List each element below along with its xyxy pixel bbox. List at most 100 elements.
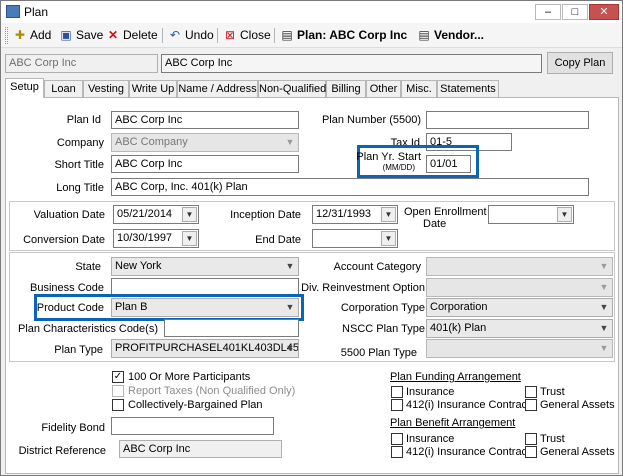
close-window-button[interactable]: ✕ xyxy=(589,4,619,20)
save-icon: ▣ xyxy=(60,28,72,42)
corporation-type-combo[interactable]: Corporation ▼ xyxy=(426,298,613,317)
undo-button[interactable]: ↶ Undo xyxy=(168,27,214,45)
nscc-plan-type-combo[interactable]: 401(k) Plan ▼ xyxy=(426,319,613,338)
funding-general-assets-label: General Assets xyxy=(540,399,615,411)
tab-name-address[interactable]: Name / Address xyxy=(177,80,258,97)
toolbar-grip[interactable] xyxy=(5,27,8,44)
chevron-down-icon[interactable]: ▼ xyxy=(182,207,197,222)
state-label: State xyxy=(75,261,101,273)
end-date-label: End Date xyxy=(255,234,301,246)
tab-other[interactable]: Other xyxy=(366,80,401,97)
delete-icon: ✕ xyxy=(107,28,119,42)
tab-vesting[interactable]: Vesting xyxy=(83,80,129,97)
product-code-label: Product Code xyxy=(36,302,104,314)
short-title-label: Short Title xyxy=(54,159,104,171)
save-button[interactable]: ▣ Save xyxy=(59,27,103,45)
benefit-general-assets-checkbox[interactable] xyxy=(525,446,537,458)
plan-characteristics-label: Plan Characteristics Code(s) xyxy=(18,323,158,335)
chevron-down-icon: ▼ xyxy=(285,261,295,271)
plan-window: Plan – □ ✕ ✚ Add ▣ Save ✕ Delete ↶ Undo ⊠ Clo… xyxy=(0,0,623,476)
long-title-label: Long Title xyxy=(56,182,104,194)
div-reinvestment-combo: ▼ xyxy=(426,278,613,297)
delete-button[interactable]: ✕ Delete xyxy=(106,27,158,45)
corporation-type-label: Corporation Type xyxy=(340,302,425,314)
inception-date-picker[interactable]: 12/31/1993 ▼ xyxy=(312,205,398,224)
plan-id-field[interactable]: ABC Corp Inc xyxy=(111,111,299,129)
conversion-date-picker[interactable]: 10/30/1997 ▼ xyxy=(113,229,199,248)
minimize-button[interactable]: – xyxy=(535,4,561,20)
tab-setup[interactable]: Setup xyxy=(5,78,44,98)
chevron-down-icon[interactable]: ▼ xyxy=(381,207,396,222)
close-button[interactable]: ⊠ Close xyxy=(223,27,271,45)
benefit-insurance-checkbox[interactable] xyxy=(391,433,403,445)
chevron-down-icon: ▼ xyxy=(285,302,295,312)
company-label: Company xyxy=(56,137,104,149)
product-code-combo[interactable]: Plan B ▼ xyxy=(111,298,299,317)
funding-general-assets-checkbox[interactable] xyxy=(525,399,537,411)
short-title-field[interactable]: ABC Corp Inc xyxy=(111,155,299,173)
toolbar-separator xyxy=(274,28,275,43)
plan-sponsor-field: ABC Corp Inc xyxy=(5,54,158,73)
plan-button[interactable]: ▤ Plan: ABC Corp Inc xyxy=(280,27,407,45)
valuation-date-label: Valuation Date xyxy=(33,209,105,221)
plan-number-field[interactable] xyxy=(426,111,589,129)
chevron-down-icon: ▼ xyxy=(599,302,609,312)
chevron-down-icon[interactable]: ▼ xyxy=(182,231,197,246)
participants-100-label: 100 Or More Participants xyxy=(128,371,251,383)
inception-date-label: Inception Date xyxy=(230,209,301,221)
undo-icon: ↶ xyxy=(169,28,181,42)
open-enrollment-label-2: Date xyxy=(423,218,447,230)
tab-non-qualified[interactable]: Non-Qualified xyxy=(258,80,326,97)
open-enrollment-date-picker[interactable]: ▼ xyxy=(488,205,574,224)
plan-id-label: Plan Id xyxy=(66,114,101,126)
funding-412i-checkbox[interactable] xyxy=(391,399,403,411)
plan-type-combo[interactable]: PROFITPURCHASEL401KL403DL457 ▼ xyxy=(111,339,299,358)
plan-type-label: Plan Type xyxy=(54,344,103,356)
form-5500-plan-type-combo: ▼ xyxy=(426,339,613,358)
div-reinvestment-label: Div. Reinvestment Option xyxy=(301,282,425,294)
funding-insurance-label: Insurance xyxy=(406,386,455,398)
funding-insurance-checkbox[interactable] xyxy=(391,386,403,398)
plan-characteristics-field[interactable] xyxy=(164,319,299,337)
funding-arrangement-title: Plan Funding Arrangement xyxy=(390,371,521,383)
collectively-bargained-checkbox[interactable] xyxy=(112,399,124,411)
toolbar-separator xyxy=(162,28,163,43)
state-combo[interactable]: New York ▼ xyxy=(111,257,299,276)
document-icon: ▤ xyxy=(281,28,293,42)
tab-loan[interactable]: Loan xyxy=(44,80,83,97)
title-bar: Plan – □ ✕ xyxy=(1,1,622,23)
app-icon xyxy=(6,5,20,18)
tab-statements[interactable]: Statements xyxy=(437,80,499,97)
tab-billing[interactable]: Billing xyxy=(326,80,366,97)
copy-plan-button[interactable]: Copy Plan xyxy=(547,52,613,74)
plan-yr-start-field[interactable]: 01/01 xyxy=(426,155,471,173)
toolbar: ✚ Add ▣ Save ✕ Delete ↶ Undo ⊠ Close ▤ Plan: A… xyxy=(1,23,622,48)
chevron-down-icon[interactable]: ▼ xyxy=(557,207,572,222)
nscc-plan-type-label: NSCC Plan Type xyxy=(342,323,425,335)
participants-100-checkbox[interactable]: ✓ xyxy=(112,371,124,383)
plan-name-field[interactable]: ABC Corp Inc xyxy=(161,54,542,73)
long-title-field[interactable]: ABC Corp, Inc. 401(k) Plan xyxy=(111,178,589,196)
report-taxes-checkbox xyxy=(112,385,124,397)
add-button[interactable]: ✚ Add xyxy=(13,27,51,45)
chevron-down-icon: ▼ xyxy=(599,261,609,271)
chevron-down-icon[interactable]: ▼ xyxy=(381,231,396,246)
valuation-date-picker[interactable]: 05/21/2014 ▼ xyxy=(113,205,199,224)
vendor-button[interactable]: ▤ Vendor... xyxy=(417,27,484,45)
account-category-combo: ▼ xyxy=(426,257,613,276)
maximize-button[interactable]: □ xyxy=(562,4,588,20)
funding-trust-checkbox[interactable] xyxy=(525,386,537,398)
fidelity-bond-field[interactable] xyxy=(111,417,274,435)
plan-number-label: Plan Number (5500) xyxy=(321,114,421,126)
tab-write-up[interactable]: Write Up xyxy=(129,80,177,97)
tab-misc[interactable]: Misc. xyxy=(401,80,437,97)
plan-yr-start-format: (MM/DD) xyxy=(382,163,415,172)
benefit-412i-checkbox[interactable] xyxy=(391,446,403,458)
benefit-trust-checkbox[interactable] xyxy=(525,433,537,445)
plan-yr-start-label: Plan Yr. Start xyxy=(356,151,421,163)
account-category-label: Account Category xyxy=(333,261,421,273)
benefit-general-assets-label: General Assets xyxy=(540,446,615,458)
chevron-down-icon: ▼ xyxy=(599,323,609,333)
form-5500-plan-type-label: 5500 Plan Type xyxy=(340,347,417,359)
end-date-picker[interactable]: ▼ xyxy=(312,229,398,248)
